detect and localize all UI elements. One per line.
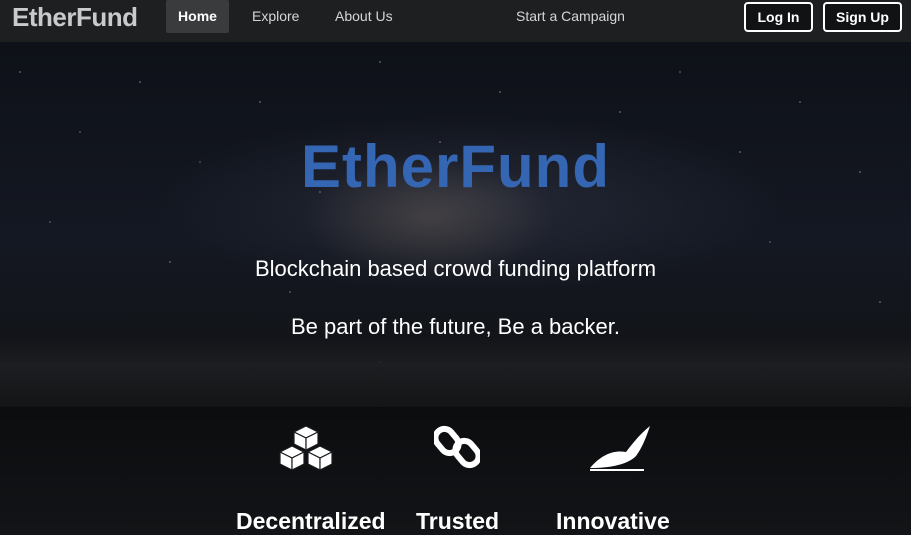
- feature-label-trusted: Trusted: [416, 508, 500, 534]
- nav-explore[interactable]: Explore: [252, 0, 299, 33]
- horizon-background: [0, 337, 911, 407]
- chain-link-icon: [434, 425, 480, 469]
- feature-label-innovative: Innovative: [556, 508, 670, 534]
- hero-tagline: Be part of the future, Be a backer.: [291, 314, 620, 339]
- feature-label-decentralized: Decentralized: [236, 508, 386, 534]
- hero-subtitle: Blockchain based crowd funding platform: [254, 256, 657, 281]
- login-button[interactable]: Log In: [744, 2, 813, 32]
- nav-home[interactable]: Home: [166, 0, 229, 33]
- signup-button[interactable]: Sign Up: [823, 2, 902, 32]
- blocks-icon: [278, 425, 334, 471]
- hero-section: EtherFund Blockchain based crowd funding…: [0, 42, 911, 535]
- hero-title: EtherFund: [301, 133, 610, 200]
- navbar: EtherFund Home Explore About Us Start a …: [0, 0, 911, 42]
- brand-logo[interactable]: EtherFund: [12, 2, 138, 33]
- feather-icon: [590, 426, 650, 471]
- nav-about-us[interactable]: About Us: [335, 0, 393, 33]
- nav-start-campaign[interactable]: Start a Campaign: [516, 0, 625, 33]
